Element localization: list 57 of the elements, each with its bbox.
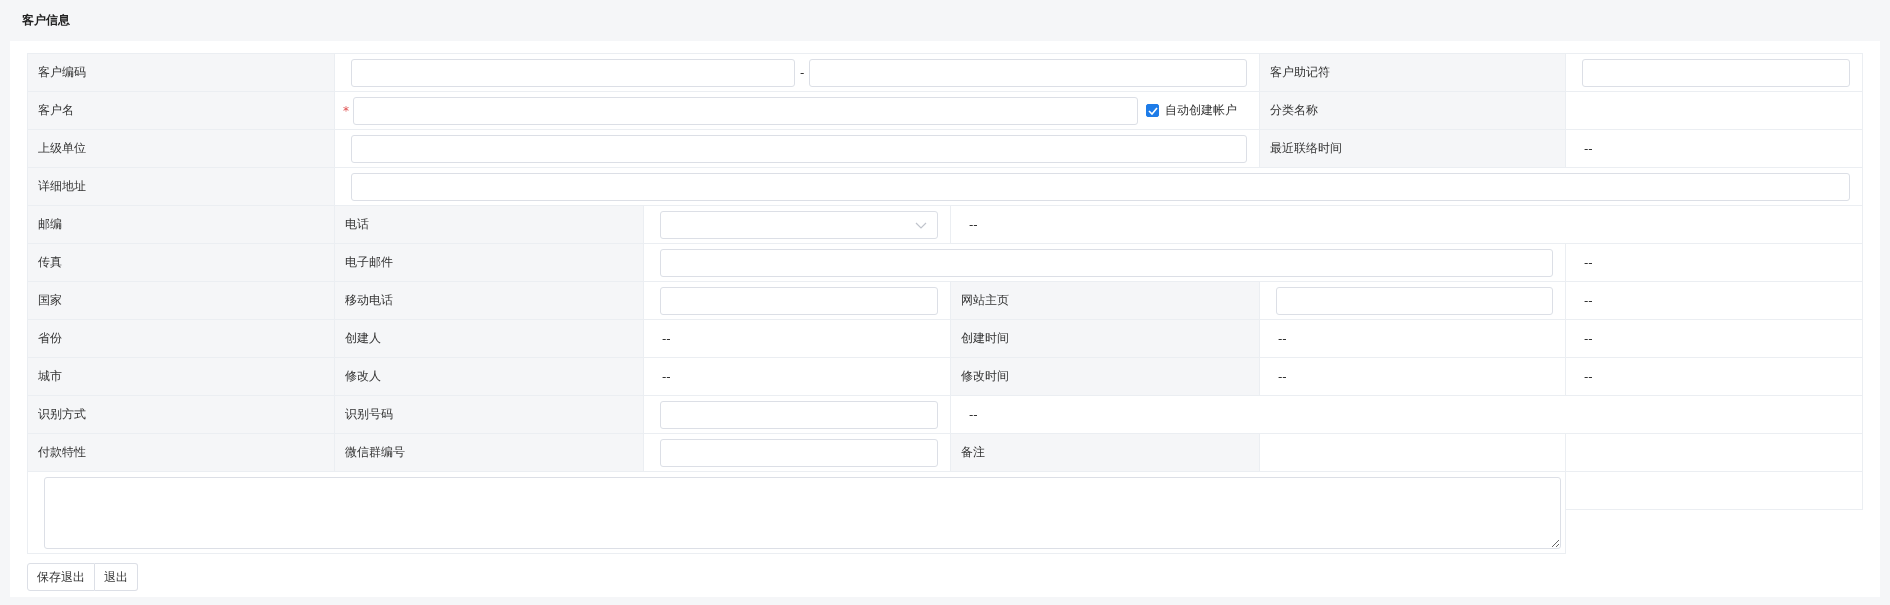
section-title: 客户信息 xyxy=(22,12,70,29)
field-label: 网站主页 xyxy=(951,282,1260,320)
dropdown-field[interactable] xyxy=(660,210,938,239)
field-value: -- xyxy=(1278,369,1287,384)
field-label: 分类名称 xyxy=(1260,92,1566,130)
field-label: 客户名 xyxy=(28,92,335,130)
field-value: -- xyxy=(1584,255,1593,270)
input-field[interactable] xyxy=(351,172,1850,201)
field-value: -- xyxy=(662,331,671,346)
field-value: -- xyxy=(1584,141,1593,156)
input-field[interactable] xyxy=(660,286,938,315)
input-field[interactable] xyxy=(1276,286,1553,315)
checkbox[interactable] xyxy=(1146,104,1159,117)
field-label: 电子邮件 xyxy=(335,244,644,282)
field-label: 客户编码 xyxy=(28,54,335,92)
field-label: 付款特性 xyxy=(28,434,335,472)
checkbox-label[interactable]: 自动创建帐户 xyxy=(1165,102,1237,119)
action-button[interactable]: 保存退出 xyxy=(27,563,95,591)
input-field[interactable] xyxy=(809,58,1247,87)
field-label: 创建时间 xyxy=(951,320,1260,358)
field-value: -- xyxy=(969,217,978,232)
field-label: 修改人 xyxy=(335,358,644,396)
field-label: 城市 xyxy=(28,358,335,396)
field-label: 详细地址 xyxy=(28,168,335,206)
field-label: 省份 xyxy=(28,320,335,358)
input-field[interactable] xyxy=(660,248,1553,277)
field-value: -- xyxy=(1584,293,1593,308)
field-label: 修改时间 xyxy=(951,358,1260,396)
field-value: -- xyxy=(1584,331,1593,346)
input-field[interactable] xyxy=(660,400,938,429)
field-label: 客户助记符 xyxy=(1260,54,1566,92)
field-label: 备注 xyxy=(951,434,1260,472)
field-label: 国家 xyxy=(28,282,335,320)
field-label: 传真 xyxy=(28,244,335,282)
field-label: 上级单位 xyxy=(28,130,335,168)
field-label: 邮编 xyxy=(28,206,335,244)
field-value: -- xyxy=(662,369,671,384)
input-field[interactable] xyxy=(660,438,938,467)
field-label: 最近联络时间 xyxy=(1260,130,1566,168)
input-field[interactable] xyxy=(353,96,1138,125)
field-value: -- xyxy=(969,407,978,422)
field-value: -- xyxy=(1584,369,1593,384)
field-label: 电话 xyxy=(335,206,644,244)
field-value: -- xyxy=(1278,331,1287,346)
input-field[interactable] xyxy=(351,134,1247,163)
notes-textarea[interactable] xyxy=(44,476,1561,549)
input-field[interactable] xyxy=(351,58,795,87)
field-label: 移动电话 xyxy=(335,282,644,320)
field-label: 微信群编号 xyxy=(335,434,644,472)
input-field[interactable] xyxy=(1582,58,1850,87)
chevron-down-icon xyxy=(915,221,927,230)
required-mark: * xyxy=(343,103,349,118)
field-label: 识别方式 xyxy=(28,396,335,434)
field-label: 识别号码 xyxy=(335,396,644,434)
action-button[interactable]: 退出 xyxy=(95,563,138,591)
field-label: 创建人 xyxy=(335,320,644,358)
separator-dash: - xyxy=(800,65,805,80)
